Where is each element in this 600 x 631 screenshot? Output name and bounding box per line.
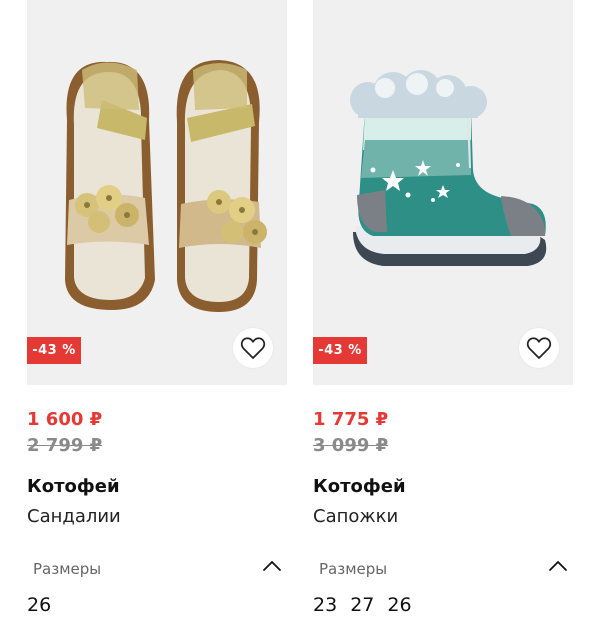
product-brand[interactable]: Котофей [27, 476, 120, 497]
heart-outline-icon [526, 337, 552, 359]
old-price: 3 099 ₽ [313, 435, 389, 456]
size-option[interactable]: 27 [350, 594, 374, 616]
sizes-label: Размеры [33, 560, 102, 578]
sizes-label: Размеры [319, 560, 388, 578]
size-list: 26 [27, 594, 51, 616]
sandals-illustration [65, 60, 267, 312]
product-card[interactable]: -43 % 1 775 ₽ 3 099 ₽ Котофей Сапожки Ра… [313, 0, 573, 616]
chevron-up-icon [549, 561, 567, 571]
favorite-button[interactable] [519, 328, 559, 368]
favorite-button[interactable] [233, 328, 273, 368]
product-image[interactable]: -43 % [27, 0, 287, 385]
product-card[interactable]: -43 % 1 600 ₽ 2 799 ₽ Котофей Сандалии Р… [27, 0, 287, 616]
boot-illustration [350, 70, 547, 266]
current-price: 1 600 ₽ [27, 409, 103, 430]
size-option[interactable]: 26 [27, 594, 51, 616]
product-image[interactable]: -43 % [313, 0, 573, 385]
old-price: 2 799 ₽ [27, 435, 103, 456]
discount-badge: -43 % [27, 337, 81, 364]
size-option[interactable]: 23 [313, 594, 337, 616]
current-price: 1 775 ₽ [313, 409, 389, 430]
size-list: 23 27 26 [313, 594, 412, 616]
discount-badge: -43 % [313, 337, 367, 364]
product-type[interactable]: Сапожки [313, 506, 398, 527]
product-type[interactable]: Сандалии [27, 506, 121, 527]
sizes-toggle[interactable]: Размеры [313, 556, 573, 582]
product-brand[interactable]: Котофей [313, 476, 406, 497]
heart-outline-icon [240, 337, 266, 359]
sizes-toggle[interactable]: Размеры [27, 556, 287, 582]
size-option[interactable]: 26 [387, 594, 411, 616]
chevron-up-icon [263, 561, 281, 571]
